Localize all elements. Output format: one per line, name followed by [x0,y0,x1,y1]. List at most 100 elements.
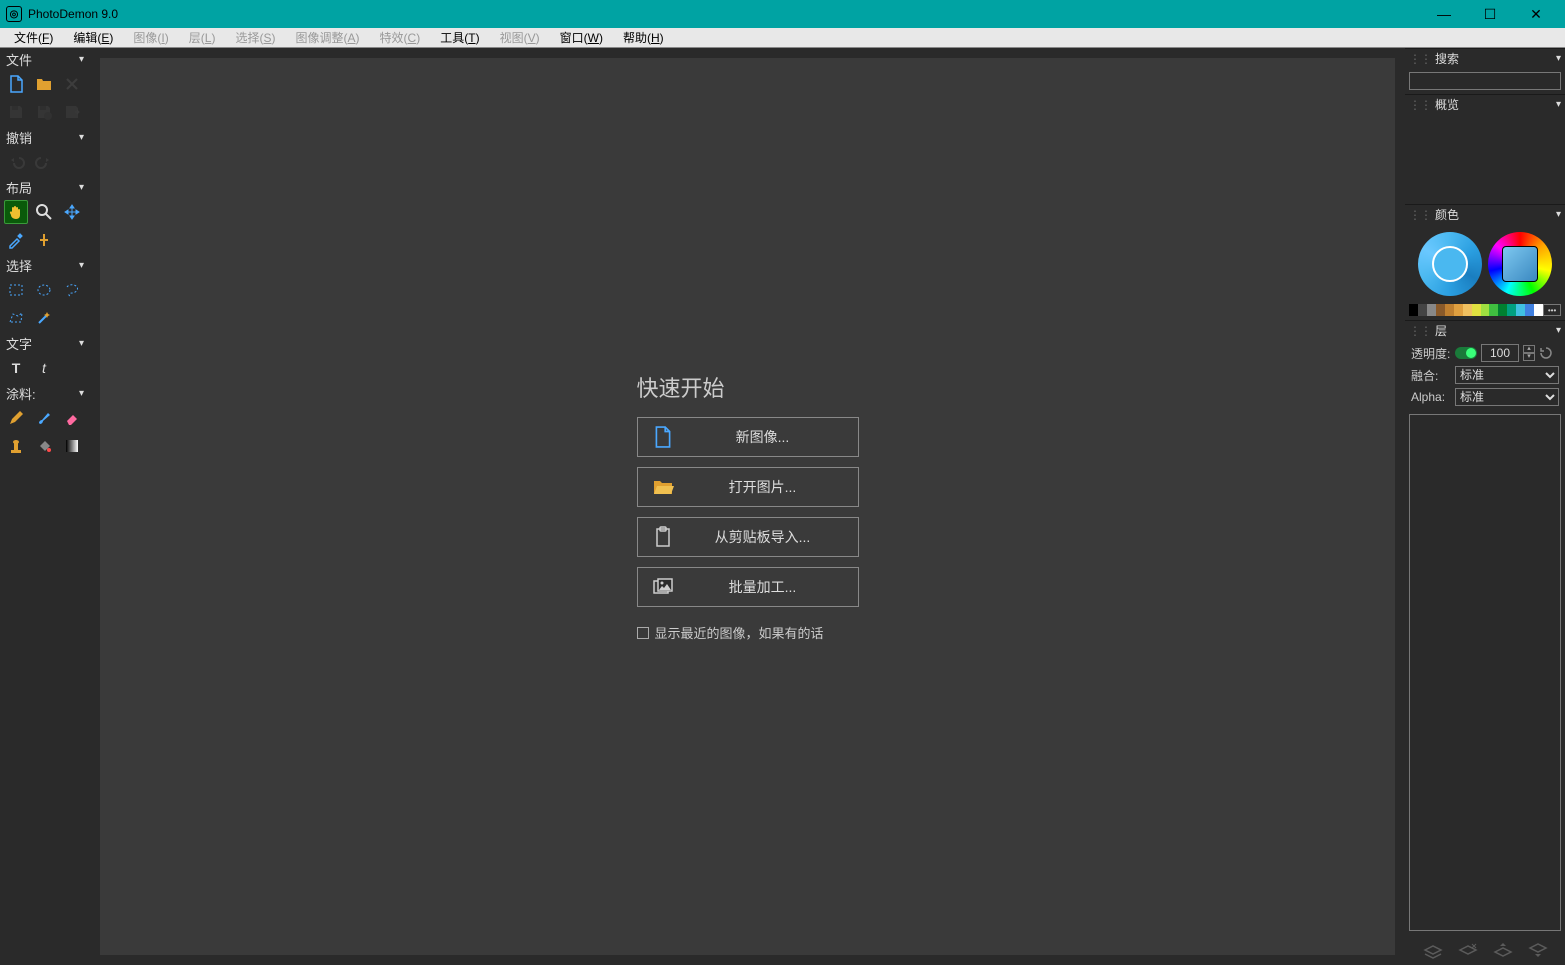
blend-label: 融合: [1411,367,1451,384]
open-file-icon[interactable] [32,72,56,96]
swatch[interactable] [1516,304,1525,316]
close-file-icon[interactable] [60,72,84,96]
section-paint[interactable]: 涂料:▾ [0,382,90,404]
menu-edit[interactable]: 编辑(E) [63,28,123,47]
preview-body [1405,114,1565,204]
layer-buttons [1405,935,1565,965]
quick-new-button[interactable]: 新图像... [637,417,859,457]
maximize-button[interactable]: ☐ [1467,0,1513,28]
layer-down-icon[interactable] [1528,941,1548,959]
app-title: PhotoDemon 9.0 [28,7,118,21]
swatch[interactable] [1436,304,1445,316]
canvas[interactable]: 快速开始 新图像... 打开图片... 从剪贴板导入... 批量加工... [100,58,1395,955]
ellipse-select-icon[interactable] [32,278,56,302]
panel-layers-head[interactable]: ⋮⋮层▾ [1405,320,1565,340]
stamp-icon[interactable] [4,434,28,458]
swatch[interactable] [1409,304,1418,316]
section-text[interactable]: 文字▾ [0,332,90,354]
fill-icon[interactable] [32,434,56,458]
panel-preview-head[interactable]: ⋮⋮概览▾ [1405,94,1565,114]
right-panels: ⋮⋮搜索▾ ⋮⋮概览▾ ⋮⋮颜色▾ ••• ⋮⋮层▾ 透明度: ▴▾ 融合: 标… [1405,48,1565,965]
quick-open-button[interactable]: 打开图片... [637,467,859,507]
quick-batch-button[interactable]: 批量加工... [637,567,859,607]
menu-file[interactable]: 文件(F) [4,28,63,47]
quick-paste-button[interactable]: 从剪贴板导入... [637,517,859,557]
zoom-tool-icon[interactable] [32,200,56,224]
menu-window[interactable]: 窗口(W) [550,28,613,47]
layer-list[interactable] [1409,414,1561,931]
text-tool-icon[interactable]: T [4,356,28,380]
swatch[interactable] [1472,304,1481,316]
saveas-icon[interactable] [32,100,56,124]
close-button[interactable]: ✕ [1513,0,1559,28]
opacity-up[interactable]: ▴ [1523,345,1535,353]
layer-delete-icon[interactable] [1458,941,1478,959]
measure-icon[interactable] [32,228,56,252]
menu-help[interactable]: 帮助(H) [613,28,674,47]
titlebar: ◎ PhotoDemon 9.0 — ☐ ✕ [0,0,1565,28]
color-wheel-shade[interactable] [1418,232,1482,296]
hand-tool-icon[interactable] [4,200,28,224]
menu-image[interactable]: 图像(I) [123,28,178,47]
rect-select-icon[interactable] [4,278,28,302]
save-icon[interactable] [4,100,28,124]
menu-effect[interactable]: 特效(C) [370,28,431,47]
wand-select-icon[interactable] [32,306,56,330]
new-image-icon [638,426,688,448]
app-icon: ◎ [6,6,22,22]
swatch-row[interactable]: ••• [1409,304,1561,316]
clipboard-icon [638,526,688,548]
opacity-toggle[interactable] [1455,347,1477,359]
opacity-down[interactable]: ▾ [1523,353,1535,361]
swatch[interactable] [1498,304,1507,316]
swatch-more[interactable]: ••• [1543,304,1561,316]
swatch[interactable] [1481,304,1490,316]
menu-tools[interactable]: 工具(T) [430,28,489,47]
brush-icon[interactable] [32,406,56,430]
menu-select[interactable]: 选择(S) [225,28,285,47]
gradient-icon[interactable] [60,434,84,458]
color-wheel-hue[interactable] [1488,232,1552,296]
layer-add-icon[interactable] [1423,941,1443,959]
eyedropper-icon[interactable] [4,228,28,252]
section-select[interactable]: 选择▾ [0,254,90,276]
pencil-icon[interactable] [4,406,28,430]
swatch[interactable] [1454,304,1463,316]
quick-start-title: 快速开始 [637,371,725,403]
swatch[interactable] [1507,304,1516,316]
swatch[interactable] [1463,304,1472,316]
opacity-input[interactable] [1481,344,1519,362]
panel-search-head[interactable]: ⋮⋮搜索▾ [1405,48,1565,68]
menu-adjust[interactable]: 图像调整(A) [285,28,369,47]
canvas-container: 快速开始 新图像... 打开图片... 从剪贴板导入... 批量加工... [90,48,1405,965]
opacity-reset-icon[interactable] [1539,346,1553,360]
menu-layer[interactable]: 层(L) [179,28,226,47]
swatch[interactable] [1534,304,1543,316]
layer-up-icon[interactable] [1493,941,1513,959]
quick-recent-checkbox[interactable]: 显示最近的图像，如果有的话 [637,623,824,642]
menubar: 文件(F) 编辑(E) 图像(I) 层(L) 选择(S) 图像调整(A) 特效(… [0,28,1565,48]
section-layout[interactable]: 布局▾ [0,176,90,198]
blend-select[interactable]: 标准 [1455,366,1559,384]
lasso-select-icon[interactable] [60,278,84,302]
swatch[interactable] [1489,304,1498,316]
export-icon[interactable] [60,100,84,124]
search-input[interactable] [1409,72,1561,90]
section-file[interactable]: 文件▾ [0,48,90,70]
redo-icon[interactable] [32,150,56,174]
text-advanced-icon[interactable]: t [32,356,56,380]
section-undo[interactable]: 撤销▾ [0,126,90,148]
eraser-icon[interactable] [60,406,84,430]
alpha-select[interactable]: 标准 [1455,388,1559,406]
minimize-button[interactable]: — [1421,0,1467,28]
move-tool-icon[interactable] [60,200,84,224]
swatch[interactable] [1445,304,1454,316]
swatch[interactable] [1525,304,1534,316]
new-file-icon[interactable] [4,72,28,96]
swatch[interactable] [1427,304,1436,316]
poly-select-icon[interactable] [4,306,28,330]
menu-view[interactable]: 视图(V) [490,28,550,47]
panel-color-head[interactable]: ⋮⋮颜色▾ [1405,204,1565,224]
undo-icon[interactable] [4,150,28,174]
swatch[interactable] [1418,304,1427,316]
